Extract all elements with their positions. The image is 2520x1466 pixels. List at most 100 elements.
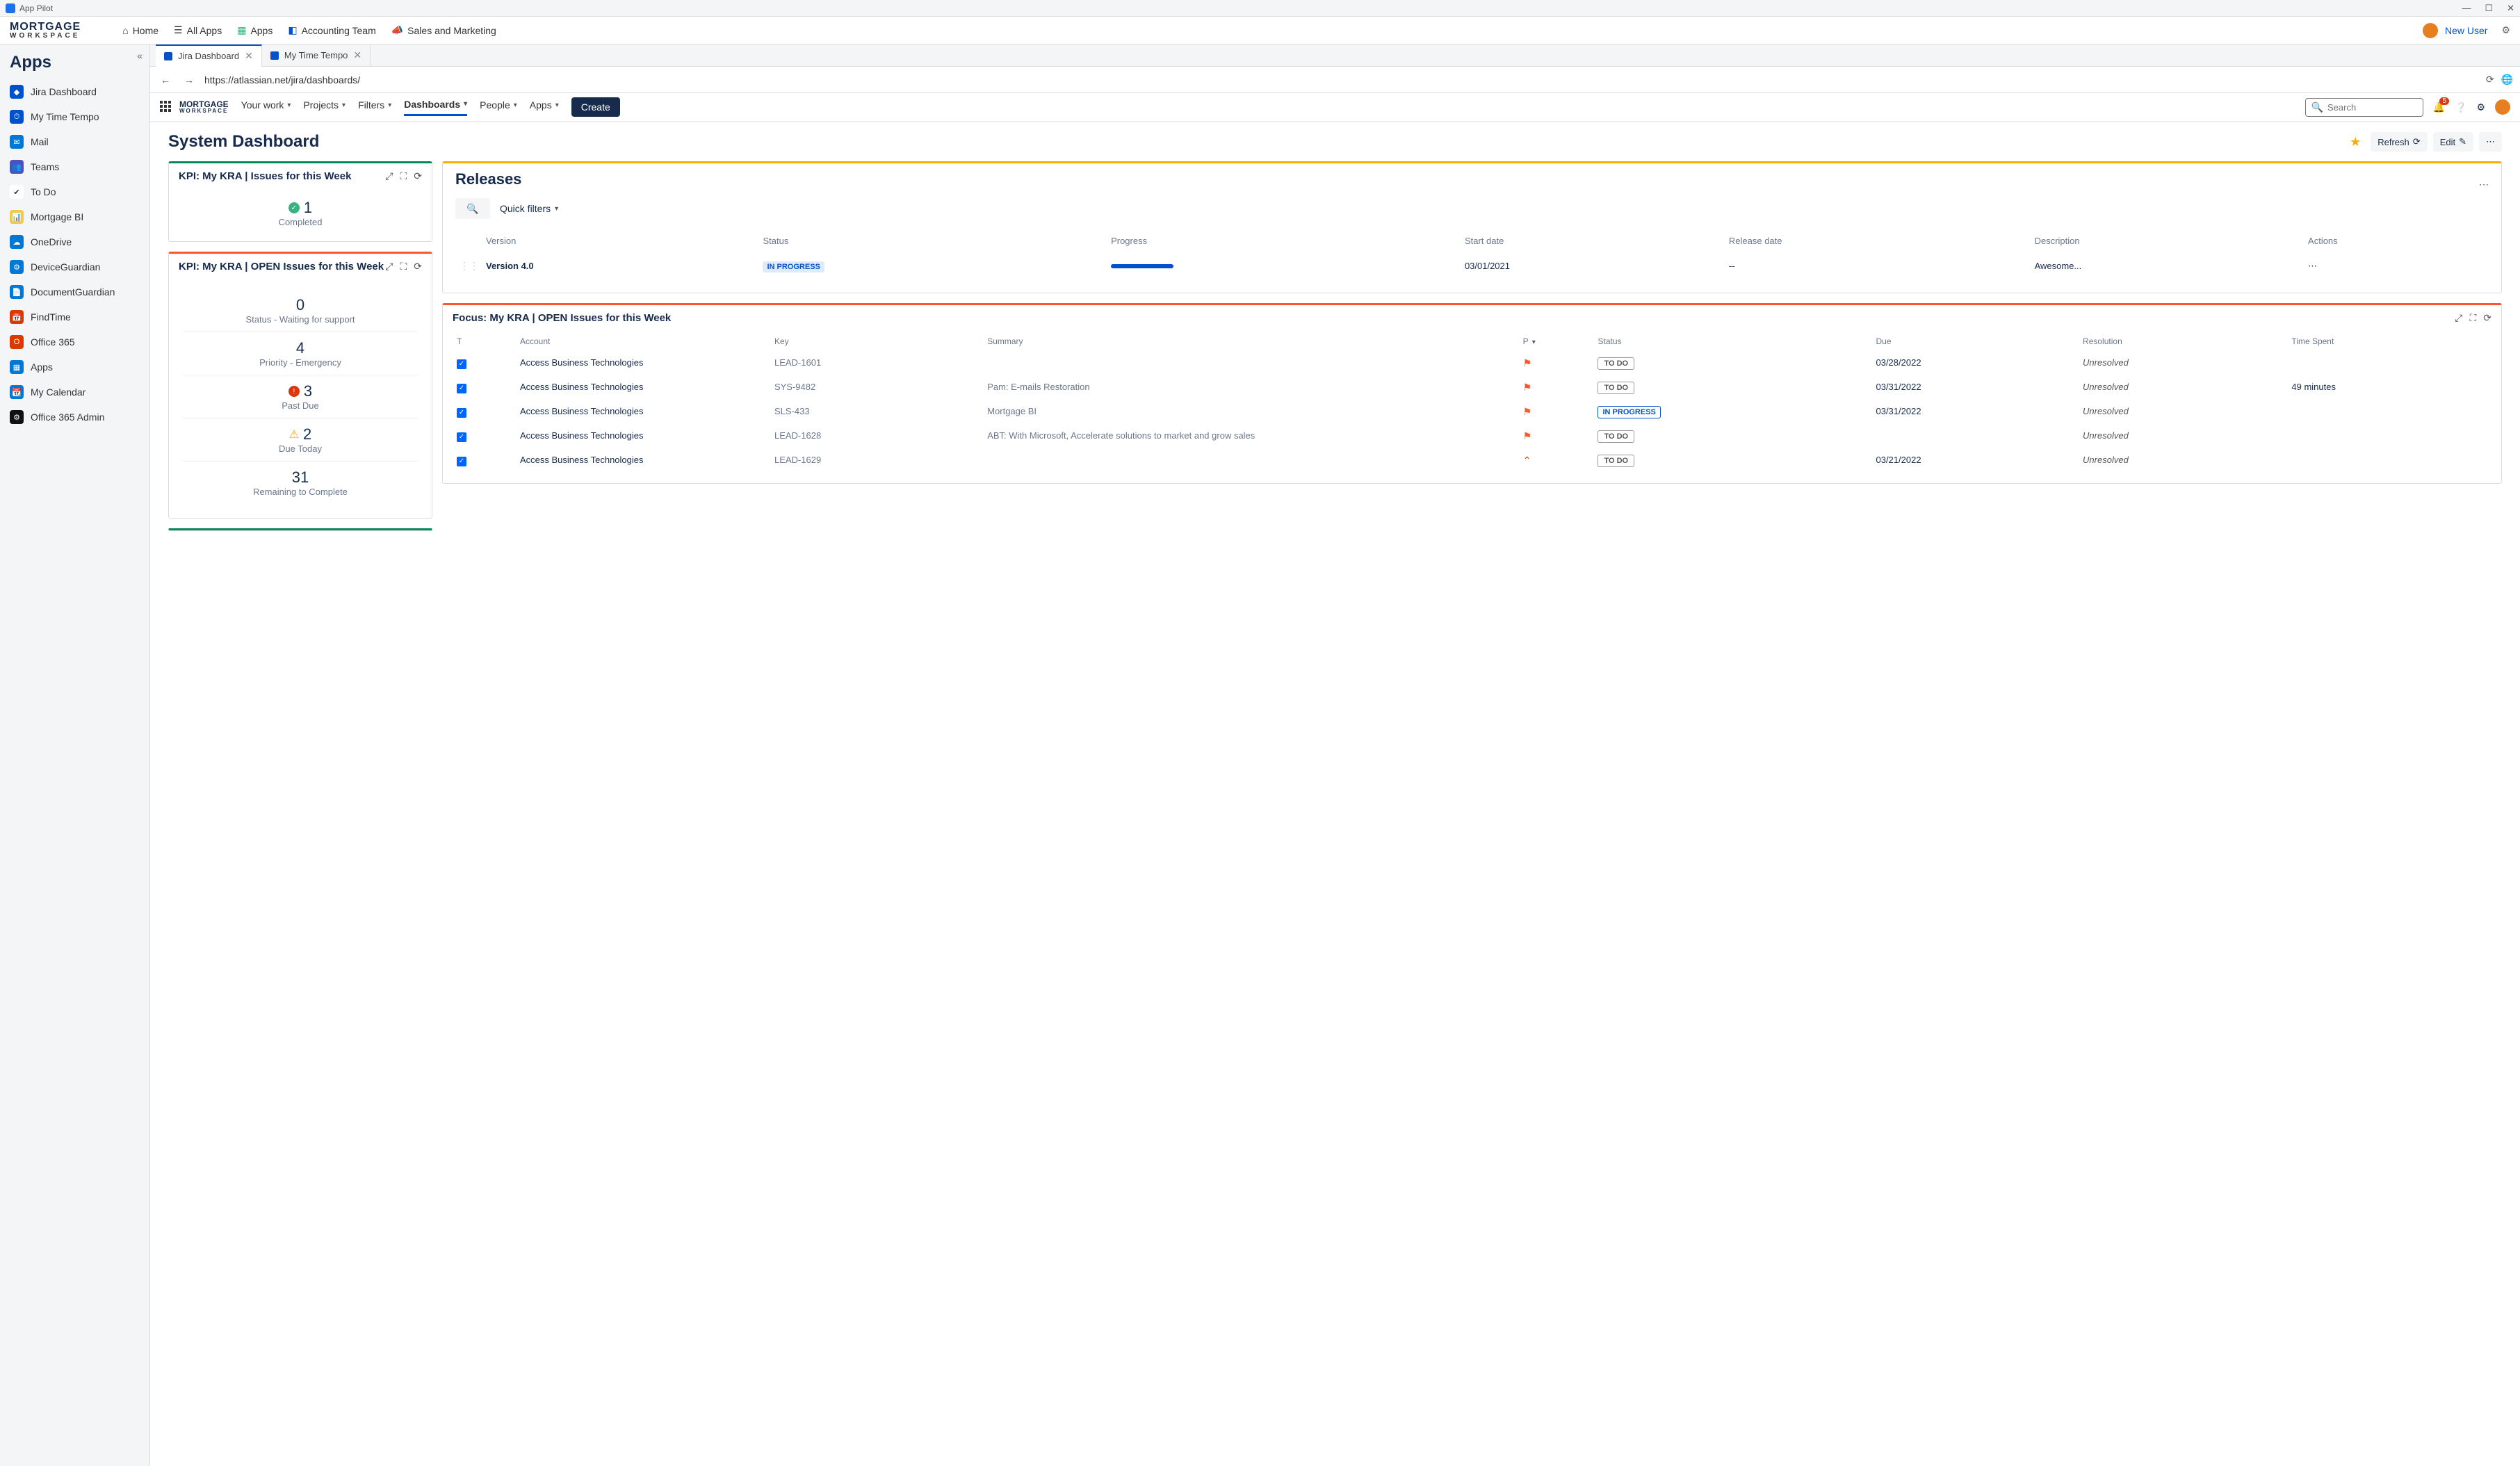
fcol-p[interactable]: P ▾	[1520, 332, 1594, 350]
jira-settings-icon[interactable]: ⚙	[2476, 101, 2485, 113]
minimize-icon[interactable]: ⤢	[385, 261, 393, 272]
browser-tab[interactable]: Jira Dashboard✕	[156, 44, 262, 67]
reload-icon[interactable]: ⟳	[414, 261, 422, 272]
sidebar-item[interactable]: ⚙DeviceGuardian	[0, 254, 149, 279]
nav-home[interactable]: ⌂Home	[122, 25, 158, 36]
window-maximize[interactable]: ☐	[2485, 3, 2493, 14]
sidebar-item[interactable]: ▦Apps	[0, 355, 149, 380]
col-reldate[interactable]: Release date	[1726, 230, 2031, 252]
fcol-due[interactable]: Due	[1873, 332, 2079, 350]
refresh-button[interactable]: Refresh⟳	[2371, 132, 2427, 152]
fcol-res[interactable]: Resolution	[2080, 332, 2287, 350]
key-cell[interactable]: LEAD-1601	[772, 352, 983, 375]
window-close[interactable]: ✕	[2507, 3, 2514, 14]
create-button[interactable]: Create	[571, 97, 620, 117]
release-row[interactable]: ⋮⋮ Version 4.0 IN PROGRESS 03/01/2021 --…	[457, 253, 2487, 279]
close-tab-icon[interactable]: ✕	[353, 49, 361, 61]
expand-icon[interactable]: ⛶	[400, 170, 407, 182]
forward-button[interactable]: →	[181, 72, 197, 88]
col-actions[interactable]: Actions	[2305, 230, 2487, 252]
drag-handle-icon[interactable]: ⋮⋮	[460, 260, 479, 271]
sidebar-item[interactable]: ☁OneDrive	[0, 229, 149, 254]
menu-yourwork[interactable]: Your work▾	[241, 99, 291, 115]
fcol-time[interactable]: Time Spent	[2289, 332, 2490, 350]
user-avatar[interactable]	[2423, 23, 2438, 38]
sidebar-item[interactable]: 📄DocumentGuardian	[0, 279, 149, 304]
quick-filters[interactable]: Quick filters▾	[500, 203, 558, 214]
sidebar-item[interactable]: ◆Jira Dashboard	[0, 79, 149, 104]
menu-filters[interactable]: Filters▾	[358, 99, 391, 115]
col-version[interactable]: Version	[483, 230, 758, 252]
col-status[interactable]: Status	[760, 230, 1107, 252]
refresh-icon[interactable]: ⟳	[2486, 74, 2494, 85]
menu-people[interactable]: People▾	[480, 99, 517, 115]
reload-icon[interactable]: ⟳	[414, 170, 422, 182]
search-box[interactable]: 🔍	[2305, 98, 2423, 117]
nav-apps[interactable]: ▦Apps	[237, 24, 273, 36]
summary-cell[interactable]	[984, 449, 1518, 472]
key-cell[interactable]: SLS-433	[772, 400, 983, 423]
issue-row[interactable]: ✓ Access Business Technologies LEAD-1628…	[454, 425, 2490, 448]
fcol-summary[interactable]: Summary	[984, 332, 1518, 350]
fcol-key[interactable]: Key	[772, 332, 983, 350]
key-cell[interactable]: SYS-9482	[772, 376, 983, 399]
settings-icon[interactable]: ⚙	[2501, 24, 2510, 36]
col-progress[interactable]: Progress	[1108, 230, 1461, 252]
nav-team[interactable]: ◧Accounting Team	[288, 24, 375, 36]
nav-sales[interactable]: 📣Sales and Marketing	[391, 24, 496, 36]
sidebar-item[interactable]: 📊Mortgage BI	[0, 204, 149, 229]
star-icon[interactable]: ★	[2350, 135, 2361, 149]
sidebar-item[interactable]: 📆My Calendar	[0, 380, 149, 405]
releases-search-icon[interactable]: 🔍	[455, 198, 490, 219]
summary-cell[interactable]	[984, 352, 1518, 375]
col-start[interactable]: Start date	[1462, 230, 1725, 252]
app-switcher-icon[interactable]	[160, 101, 172, 113]
fcol-t[interactable]: T	[454, 332, 516, 350]
url-display[interactable]: https://atlassian.net/jira/dashboards/	[204, 74, 2479, 85]
summary-cell[interactable]: Pam: E-mails Restoration	[984, 376, 1518, 399]
search-input[interactable]	[2327, 102, 2411, 113]
summary-cell[interactable]: ABT: With Microsoft, Accelerate solution…	[984, 425, 1518, 448]
issue-row[interactable]: ✓ Access Business Technologies LEAD-1629…	[454, 449, 2490, 472]
key-cell[interactable]: LEAD-1629	[772, 449, 983, 472]
sidebar-item[interactable]: 📅FindTime	[0, 304, 149, 329]
expand-icon[interactable]: ⛶	[2469, 312, 2476, 324]
window-minimize[interactable]: —	[2462, 3, 2471, 14]
issue-row[interactable]: ✓ Access Business Technologies SYS-9482 …	[454, 376, 2490, 399]
col-desc[interactable]: Description	[2032, 230, 2304, 252]
notifications-icon[interactable]: 🔔5	[2433, 101, 2445, 113]
jira-logo[interactable]: MORTGAGE WORKSPACE	[179, 100, 229, 114]
expand-icon[interactable]: ⛶	[400, 261, 407, 272]
reload-icon[interactable]: ⟳	[2483, 312, 2491, 324]
fcol-status[interactable]: Status	[1595, 332, 1871, 350]
sidebar-item[interactable]: ✉Mail	[0, 129, 149, 154]
back-button[interactable]: ←	[157, 72, 174, 88]
issue-row[interactable]: ✓ Access Business Technologies SLS-433 M…	[454, 400, 2490, 423]
menu-dashboards[interactable]: Dashboards▾	[404, 99, 467, 116]
sidebar-item[interactable]: 👥Teams	[0, 154, 149, 179]
globe-icon[interactable]: 🌐	[2501, 74, 2513, 85]
collapse-sidebar-icon[interactable]: «	[137, 50, 143, 61]
sidebar-item[interactable]: ⚙Office 365 Admin	[0, 405, 149, 430]
sidebar-item[interactable]: ⏱My Time Tempo	[0, 104, 149, 129]
row-actions-icon[interactable]: ⋯	[2308, 261, 2317, 271]
close-tab-icon[interactable]: ✕	[245, 50, 253, 62]
minimize-icon[interactable]: ⤢	[385, 170, 393, 182]
releases-more-icon[interactable]: ⋯	[2479, 179, 2489, 190]
summary-cell[interactable]: Mortgage BI	[984, 400, 1518, 423]
key-cell[interactable]: LEAD-1628	[772, 425, 983, 448]
edit-button[interactable]: Edit✎	[2433, 132, 2473, 152]
browser-tab[interactable]: My Time Tempo✕	[262, 44, 371, 67]
sidebar-item[interactable]: OOffice 365	[0, 329, 149, 355]
jira-avatar[interactable]	[2495, 99, 2510, 115]
nav-allapps[interactable]: ☰All Apps	[174, 24, 222, 36]
help-icon[interactable]: ❔	[2455, 101, 2466, 113]
user-name[interactable]: New User	[2445, 25, 2487, 36]
menu-projects[interactable]: Projects▾	[303, 99, 346, 115]
more-button[interactable]: ⋯	[2479, 132, 2502, 152]
menu-apps[interactable]: Apps▾	[530, 99, 559, 115]
sidebar-item[interactable]: ✔To Do	[0, 179, 149, 204]
issue-row[interactable]: ✓ Access Business Technologies LEAD-1601…	[454, 352, 2490, 375]
fcol-account[interactable]: Account	[517, 332, 770, 350]
minimize-icon[interactable]: ⤢	[2455, 312, 2462, 324]
